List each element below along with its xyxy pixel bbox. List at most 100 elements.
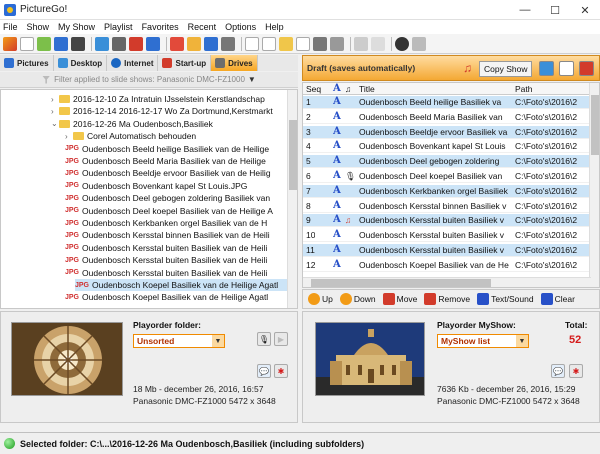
tab-drives[interactable]: Drives [211,55,258,71]
menu-show[interactable]: Show [27,22,50,32]
show-row[interactable]: 11 A Oudenbosch Kersstal buiten Basiliek v… [303,244,591,257]
comment-icon[interactable]: 💬 [551,364,565,378]
column-title[interactable]: Title [359,84,375,94]
zoom-icon[interactable] [170,36,184,51]
microphone-icon[interactable]: 🎙 [257,332,271,346]
show-row[interactable]: 12 A Oudenbosch Koepel Basiliek van de He C… [303,259,591,272]
maximize-button[interactable]: ☐ [540,0,570,20]
expand-toggle-icon[interactable]: › [65,132,73,141]
export-icon[interactable] [146,36,160,51]
text-icon[interactable]: A [333,185,341,196]
text-icon[interactable]: A [333,200,341,211]
show-row[interactable]: 6 A 🎙 Oudenbosch Deel koepel Basiliek van C:… [303,170,591,183]
music-icon[interactable] [395,36,409,51]
tree-folder[interactable]: › Corel Automatisch behouden [1,130,287,142]
text-icon[interactable]: A [333,155,341,166]
myshow-thumbnail[interactable] [315,322,425,396]
color-icon[interactable] [129,36,143,51]
tree-file[interactable]: JPG Oudenbosch Kersstal buiten Basiliek v… [1,242,287,254]
camera-icon[interactable] [71,36,85,51]
tree-file[interactable]: JPG Oudenbosch Bovenkant kapel St Louis.J… [1,180,287,192]
menu-my-show[interactable]: My Show [58,22,95,32]
chevron-down-icon[interactable]: ▼ [248,75,256,84]
tree-file[interactable]: JPG Oudenbosch Koepel Basiliek van de Hei… [75,279,287,291]
text-icon[interactable]: A [333,140,341,151]
tree-file[interactable]: JPG Oudenbosch Deel koepel Basiliek van d… [1,205,287,217]
print-icon[interactable] [330,36,344,51]
tree-file[interactable]: JPG Oudenbosch Deel gebogen zoldering Bas… [1,192,287,204]
menu-help[interactable]: Help [265,22,284,32]
tree-file[interactable]: JPG Oudenbosch Kersstal binnen Basiliek v… [1,229,287,241]
tree-folder[interactable]: › 2016-12-10 Za Intratuin IJsselstein Ker… [1,93,287,105]
settings-icon[interactable] [37,36,51,51]
note-icon[interactable] [296,36,310,51]
menu-options[interactable]: Options [225,22,256,32]
scrollbar-thumb[interactable] [289,120,297,190]
music-note-icon[interactable]: ♫ [345,215,351,225]
tree-file[interactable]: JPG Oudenbosch Kerkbanken orgel Basiliek … [1,217,287,229]
show-row[interactable]: 8 A Oudenbosch Kersstal binnen Basiliek v C… [303,200,591,213]
show-row[interactable]: 1 A Oudenbosch Beeld heilige Basiliek va C:… [303,96,591,109]
close-panel-icon[interactable] [579,61,594,76]
text-icon[interactable]: A [333,229,341,240]
dark-mode-icon[interactable] [112,36,126,51]
menu-favorites[interactable]: Favorites [142,22,179,32]
import-icon[interactable] [204,36,218,51]
new-show-icon[interactable] [20,36,34,51]
tab-internet[interactable]: Internet [107,55,159,71]
menu-file[interactable]: File [3,22,18,32]
tab-pictures[interactable]: Pictures [0,55,54,71]
grid-scrollbar[interactable] [589,83,599,287]
scrollbar-thumb[interactable] [311,279,491,287]
expand-toggle-icon[interactable]: › [51,95,59,104]
play-icon[interactable]: ▶ [274,332,288,346]
show-row[interactable]: 4 A Oudenbosch Bovenkant kapel St Louis C:\… [303,140,591,154]
text-column-icon[interactable]: A [333,83,341,94]
move-button[interactable]: Move [382,293,417,305]
comment-icon[interactable]: 💬 [257,364,271,378]
tree-folder[interactable]: ⌄ 2016-12-26 Ma Oudenbosch,Basiliek [1,118,287,130]
sound-column-icon[interactable]: ♫ [345,84,351,94]
slideshow-icon[interactable] [3,36,17,51]
show-row[interactable]: 2 A Oudenbosch Beeld Maria Basiliek van C:\… [303,111,591,124]
folder-tree[interactable]: › 2016-12-10 Za Intratuin IJsselstein Ker… [0,89,298,309]
undo-icon[interactable] [354,36,368,51]
tree-file[interactable]: JPG Oudenbosch Beeldje ervoor Basiliek va… [1,167,287,179]
display-icon[interactable] [539,61,554,76]
text-icon[interactable]: A [333,259,341,270]
folder-thumbnail[interactable] [11,322,123,396]
tree-scrollbar[interactable] [287,90,297,308]
expand-toggle-icon[interactable]: ⌄ [51,119,59,128]
playorder-myshow-select[interactable]: MyShow list ▼ [437,334,529,348]
up-button[interactable]: Up [308,293,333,305]
expand-toggle-icon[interactable]: › [51,107,59,116]
copy-icon[interactable] [313,36,327,51]
monitor-icon[interactable] [221,36,235,51]
tree-file[interactable]: JPG Oudenbosch Kersstal buiten Basiliek v… [1,254,287,266]
show-row[interactable]: 7 A Oudenbosch Kerkbanken orgel Basiliek C:… [303,184,591,198]
tab-desktop[interactable]: Desktop [53,55,108,71]
document-icon[interactable] [245,36,259,51]
tree-file[interactable]: JPG Oudenbosch Beeld Maria Basiliek van d… [1,155,287,167]
show-row[interactable]: 3 A Oudenbosch Beeldje ervoor Basiliek va C… [303,125,591,139]
delete-icon[interactable]: ✱ [569,364,583,378]
remove-button[interactable]: Remove [424,293,470,305]
text-icon[interactable]: A [333,126,341,137]
tree-file[interactable]: JPG Oudenbosch Kersstal buiten Basiliek v… [1,267,287,279]
tree-file[interactable]: JPG Oudenbosch Beeld heilige Basiliek van… [1,143,287,155]
text-icon[interactable]: A [333,214,341,225]
tab-startup[interactable]: Start-up [158,55,212,71]
column-seq[interactable]: Seq [306,84,321,94]
screen-icon[interactable] [95,36,109,51]
playorder-folder-select[interactable]: Unsorted ▼ [133,334,225,348]
menu-playlist[interactable]: Playlist [104,22,133,32]
page-icon[interactable] [262,36,276,51]
music-note-icon[interactable]: ♫ [463,61,472,75]
minimize-button[interactable]: — [510,0,540,20]
show-grid[interactable]: Seq A ♫ Title Path 1 A Oudenbosch Beeld he… [302,82,600,288]
grid-hscrollbar[interactable] [303,277,591,287]
text-icon[interactable]: A [333,244,341,255]
show-row[interactable]: 9 A ♫ Oudenbosch Kersstal buiten Basiliek v… [303,214,591,228]
filter-bar[interactable]: Filter applied to slide shows: Panasonic… [0,72,298,88]
folder-icon[interactable] [187,36,201,51]
